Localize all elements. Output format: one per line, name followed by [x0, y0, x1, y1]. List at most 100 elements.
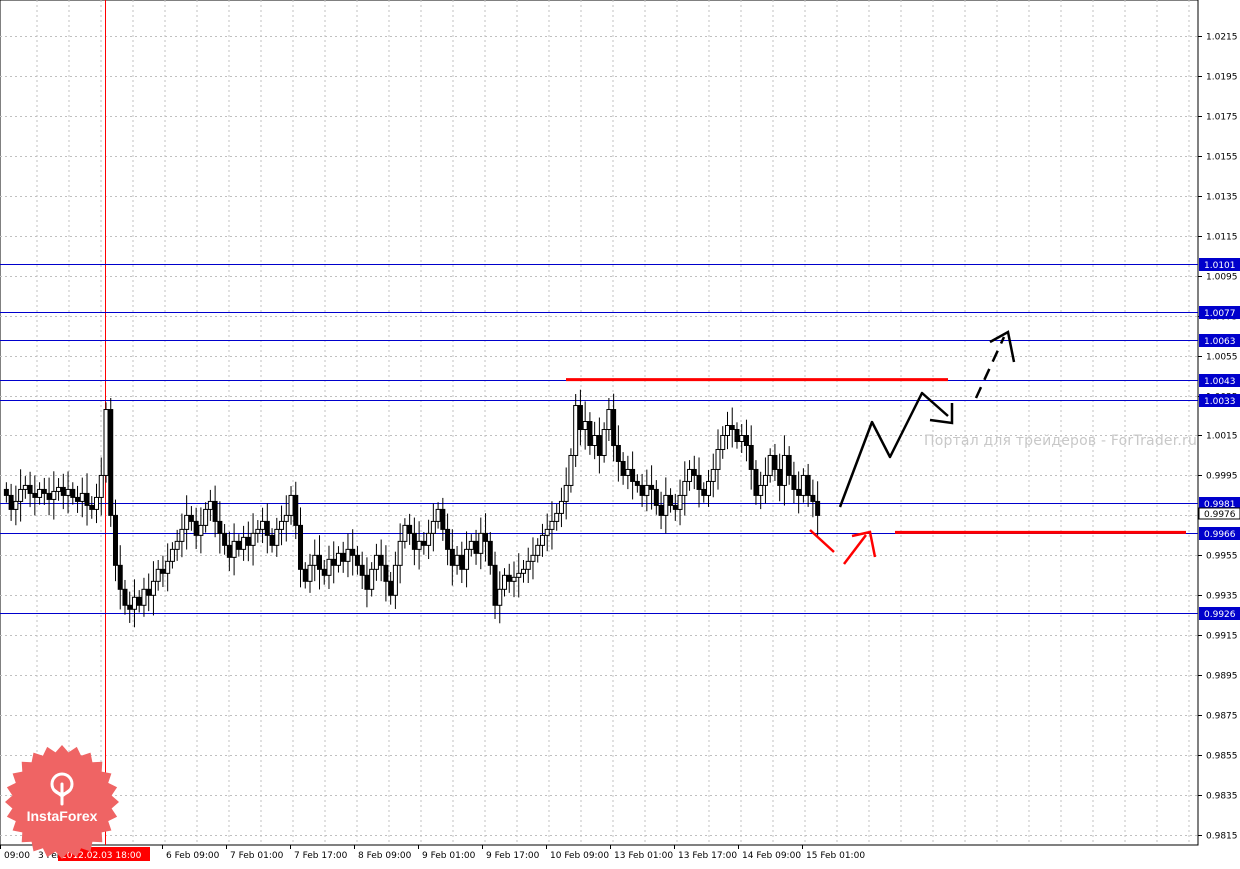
- y-tick-label: 1.0215: [1206, 33, 1238, 43]
- candle-body: [411, 532, 417, 550]
- candle-body: [796, 488, 802, 496]
- y-tick-label: 0.9855: [1206, 752, 1238, 762]
- candle-body: [388, 580, 394, 596]
- candle-body: [715, 448, 721, 470]
- candle-body: [13, 500, 19, 510]
- candle-body: [32, 492, 38, 498]
- logo-brand-text: InstaForex: [26, 808, 98, 824]
- candle-body: [416, 540, 422, 550]
- y-tick-label: 1.0015: [1206, 432, 1238, 442]
- candle-body: [483, 532, 489, 542]
- candle-body: [625, 468, 631, 476]
- candle-body: [601, 429, 607, 456]
- candle-body: [468, 540, 474, 550]
- current-price-label: 0.9976: [1204, 510, 1236, 520]
- candle-body: [426, 532, 432, 546]
- candle-body: [146, 588, 152, 596]
- candle-body: [696, 474, 702, 490]
- candle-body: [706, 480, 712, 496]
- candle-body: [231, 540, 237, 558]
- candle-body: [250, 532, 256, 546]
- x-tick-label: 9 Feb 17:00: [486, 851, 540, 861]
- candle-body: [596, 434, 602, 456]
- candle-body: [222, 532, 228, 546]
- candle-body: [378, 554, 384, 566]
- candle-body: [810, 494, 816, 502]
- level-label: 1.0033: [1204, 397, 1236, 407]
- candle-body: [160, 568, 166, 574]
- candle-body: [720, 434, 726, 450]
- y-tick-label: 0.9955: [1206, 552, 1238, 562]
- candle-body: [169, 548, 175, 562]
- candle-body: [103, 409, 109, 476]
- candle-body: [112, 514, 118, 566]
- candle-body: [155, 568, 161, 582]
- y-tick-label: 1.0135: [1206, 193, 1238, 203]
- tree-logo-icon: [5, 745, 119, 859]
- level-label: 1.0077: [1204, 309, 1236, 319]
- candle-body: [734, 429, 740, 442]
- candle-body: [535, 544, 541, 556]
- candle-body: [3, 488, 9, 496]
- x-tick-label: 13 Feb 17:00: [678, 851, 737, 861]
- candle-body: [198, 524, 204, 536]
- candle-body: [184, 514, 190, 530]
- instaforex-logo: InstaForex: [4, 744, 120, 860]
- candle-body: [56, 486, 62, 492]
- candle-body: [445, 528, 451, 550]
- candle-body: [473, 540, 479, 554]
- candle-body: [544, 528, 550, 536]
- candle-body: [615, 444, 621, 462]
- candle-body: [117, 564, 123, 590]
- candle-body: [772, 454, 778, 470]
- candle-body: [127, 604, 133, 610]
- candle-body: [606, 409, 612, 431]
- candle-body: [786, 454, 792, 476]
- candle-body: [150, 580, 156, 596]
- candle-body: [354, 554, 360, 566]
- x-tick-label: 14 Feb 09:00: [742, 851, 801, 861]
- candle-body: [815, 500, 821, 516]
- candle-body: [805, 474, 811, 496]
- candle-body: [653, 488, 659, 506]
- candle-body: [407, 524, 413, 534]
- candle-body: [520, 568, 526, 574]
- candle-body: [340, 552, 346, 562]
- candle-body: [18, 488, 24, 502]
- candle-body: [568, 454, 574, 486]
- candle-body: [421, 540, 427, 546]
- x-tick-label: 15 Feb 01:00: [806, 851, 865, 861]
- candle-body: [326, 558, 332, 576]
- candle-body: [174, 540, 180, 550]
- candle-body: [188, 514, 194, 522]
- candle-body: [335, 552, 341, 566]
- candle-body: [383, 564, 389, 582]
- y-tick-label: 0.9815: [1206, 832, 1238, 842]
- candle-body: [649, 484, 655, 490]
- y-tick-label: 1.0155: [1206, 153, 1238, 163]
- candle-body: [691, 468, 697, 476]
- candle-body: [22, 484, 28, 490]
- candle-body: [743, 434, 749, 446]
- candle-body: [620, 460, 626, 476]
- candle-body: [70, 488, 76, 498]
- watermark-text: Портал для трейдеров - ForTrader.ru: [924, 433, 1198, 449]
- candle-body: [89, 504, 95, 510]
- candle-body: [435, 508, 441, 522]
- candle-body: [302, 568, 308, 582]
- candle-body: [440, 508, 446, 530]
- level-label: 0.9966: [1204, 530, 1236, 540]
- y-tick-label: 0.9995: [1206, 472, 1238, 482]
- candle-body: [502, 574, 508, 590]
- x-tick-label: 6 Feb 09:00: [166, 851, 220, 861]
- candle-body: [454, 554, 460, 566]
- candle-body: [364, 574, 370, 590]
- candle-body: [316, 554, 322, 570]
- candle-body: [79, 492, 85, 502]
- candle-body: [729, 425, 735, 431]
- candle-body: [710, 468, 716, 482]
- candle-body: [767, 454, 773, 476]
- candle-body: [108, 409, 114, 516]
- y-tick-label: 1.0115: [1206, 233, 1238, 243]
- candle-body: [65, 488, 71, 496]
